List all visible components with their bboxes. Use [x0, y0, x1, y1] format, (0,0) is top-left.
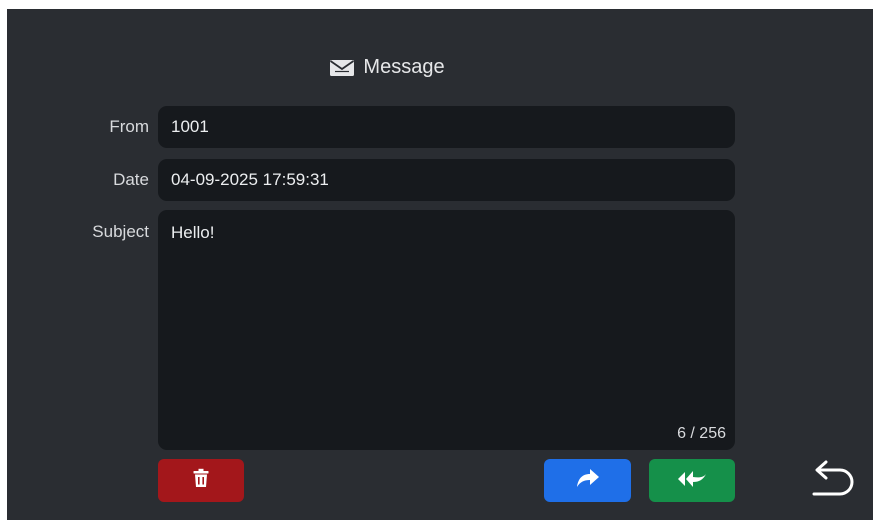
reply-all-icon	[677, 468, 707, 493]
delete-button[interactable]	[158, 459, 244, 502]
from-field[interactable]: 1001	[158, 106, 735, 148]
back-arrow-icon	[808, 460, 856, 505]
reply-all-button[interactable]	[649, 459, 735, 502]
message-header: Message	[7, 56, 767, 79]
date-field[interactable]: 04-09-2025 17:59:31	[158, 159, 735, 201]
forward-arrow-icon	[576, 468, 600, 493]
subject-text: Hello!	[171, 223, 215, 242]
subject-label: Subject	[92, 222, 149, 241]
from-label: From	[109, 117, 149, 136]
message-screen: Message From 1001 Date 04-09-2025 17:59:…	[7, 9, 873, 520]
char-counter: 6 / 256	[677, 425, 726, 442]
date-label: Date	[113, 170, 149, 189]
trash-icon	[193, 468, 209, 493]
envelope-icon	[329, 59, 355, 77]
back-button[interactable]	[804, 460, 860, 504]
subject-textarea[interactable]: Hello! 6 / 256	[158, 210, 735, 450]
page-title: Message	[363, 56, 445, 78]
forward-button[interactable]	[544, 459, 631, 502]
